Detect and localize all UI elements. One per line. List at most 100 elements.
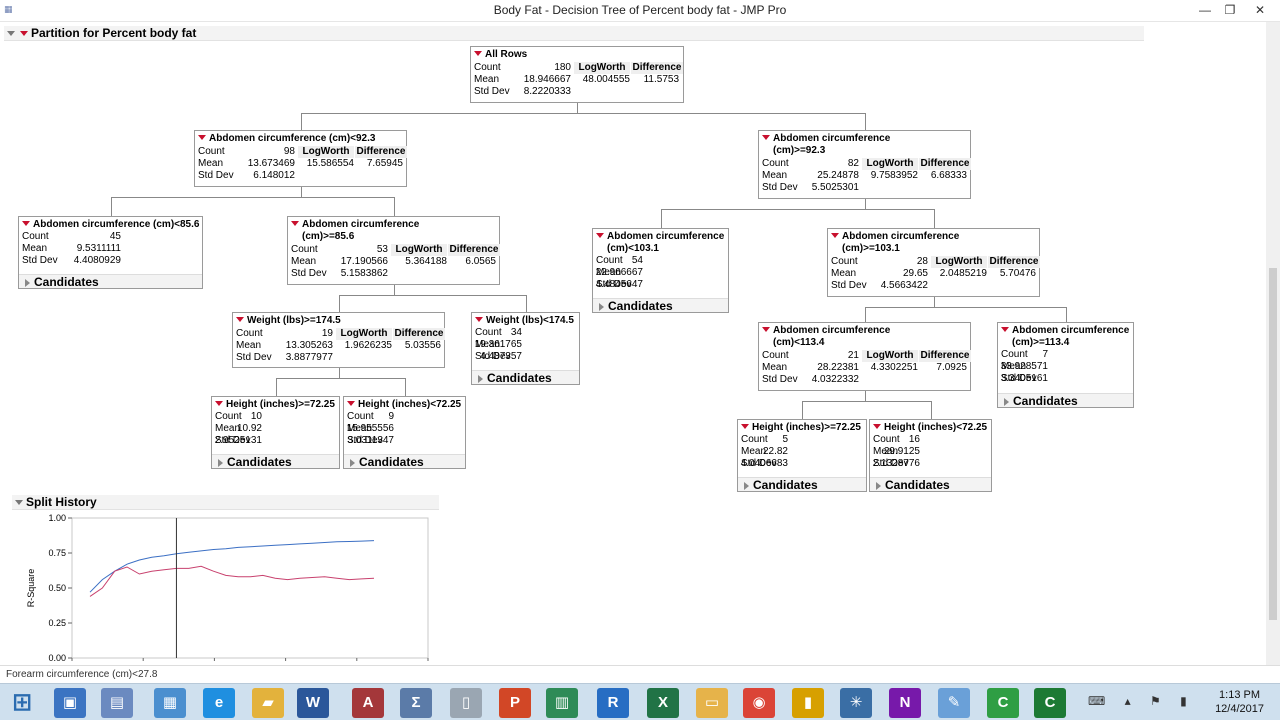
tree-node-n12[interactable]: Height (inches)<72.25 Count 9 Mean 15.955556… bbox=[343, 396, 466, 469]
expand-triangle-icon[interactable] bbox=[599, 302, 604, 311]
tree-node-n5[interactable]: Abdomen circumference (cm)<103.1 Count 54 Me… bbox=[592, 228, 729, 313]
word-icon[interactable]: W bbox=[297, 688, 329, 718]
tree-connector bbox=[300, 113, 302, 130]
difference-header: Difference bbox=[448, 244, 500, 256]
collapse-triangle-icon[interactable] bbox=[15, 499, 23, 505]
maximize-button[interactable]: ❐ bbox=[1215, 0, 1245, 20]
candidates-outline[interactable]: Candidates bbox=[19, 274, 202, 289]
candidates-outline[interactable]: Candidates bbox=[738, 477, 866, 492]
stat-value: 19.361765 bbox=[474, 339, 522, 350]
red-triangle-menu-icon[interactable] bbox=[741, 424, 749, 430]
onenote-icon[interactable]: N bbox=[889, 688, 921, 718]
split-history-header[interactable]: Split History bbox=[12, 495, 439, 510]
tree-node-n6[interactable]: Abdomen circumference (cm)>=103.1 Count 28 M… bbox=[827, 228, 1040, 297]
sigma-icon[interactable]: Σ bbox=[400, 688, 432, 718]
candidates-outline[interactable]: Candidates bbox=[593, 298, 728, 313]
excel-icon[interactable]: X bbox=[647, 688, 679, 718]
logworth-header: LogWorth bbox=[862, 350, 918, 362]
internet-explorer-icon[interactable]: e bbox=[203, 688, 235, 718]
chart-app-icon[interactable]: ▮ bbox=[792, 688, 824, 718]
red-triangle-menu-icon[interactable] bbox=[762, 135, 770, 141]
node-title: Weight (lbs)<174.5 bbox=[472, 313, 579, 327]
r-icon[interactable]: R bbox=[597, 688, 629, 718]
system-tray[interactable]: ⌨ ▴ ⚑ ▮ bbox=[1088, 694, 1196, 712]
tree-node-root[interactable]: All Rows Count 180 Mean 18.946667 Std Dev 8.22… bbox=[470, 46, 684, 103]
collapse-triangle-icon[interactable] bbox=[7, 30, 15, 36]
candidates-outline[interactable]: Candidates bbox=[472, 370, 579, 385]
project-icon[interactable]: ▥ bbox=[546, 688, 578, 718]
red-triangle-menu-icon[interactable] bbox=[347, 401, 355, 407]
tree-node-n8[interactable]: Weight (lbs)<174.5 Count 34 Mean 19.361765 St… bbox=[471, 312, 580, 385]
file-explorer-icon[interactable]: ▤ bbox=[101, 688, 133, 718]
expand-triangle-icon[interactable] bbox=[744, 481, 749, 490]
chrome-icon[interactable]: ◉ bbox=[743, 688, 775, 718]
stat-row-count: Count 180 bbox=[474, 62, 571, 74]
node-split-label: Abdomen circumference bbox=[773, 325, 891, 336]
powerpoint-icon[interactable]: P bbox=[499, 688, 531, 718]
paint-icon[interactable]: ✎ bbox=[938, 688, 970, 718]
stat-label: Count bbox=[873, 434, 900, 445]
candidates-label: Candidates bbox=[227, 455, 292, 469]
red-triangle-menu-icon[interactable] bbox=[291, 221, 299, 227]
stat-label: Std Dev bbox=[22, 255, 58, 266]
tree-node-n11[interactable]: Height (inches)>=72.25 Count 10 Mean 10.92 St… bbox=[211, 396, 340, 469]
red-triangle-menu-icon[interactable] bbox=[474, 51, 482, 57]
access-icon[interactable]: A bbox=[352, 688, 384, 718]
tree-node-n13[interactable]: Height (inches)>=72.25 Count 5 Mean 22.82 Std… bbox=[737, 419, 867, 492]
red-triangle-menu-icon[interactable] bbox=[1001, 327, 1009, 333]
tree-node-n4[interactable]: Abdomen circumference (cm)>=85.6 Count 53 Me… bbox=[287, 216, 500, 285]
red-triangle-menu-icon[interactable] bbox=[20, 30, 28, 36]
network-app-icon[interactable]: ✳ bbox=[840, 688, 872, 718]
folder-icon[interactable]: ▰ bbox=[252, 688, 284, 718]
camtasia-recorder-icon[interactable]: C bbox=[1034, 688, 1066, 718]
calculator-icon[interactable]: ▦ bbox=[154, 688, 186, 718]
red-triangle-menu-icon[interactable] bbox=[198, 135, 206, 141]
tree-node-n9[interactable]: Abdomen circumference (cm)<113.4 Count 21 Me… bbox=[758, 322, 971, 391]
tree-node-n1[interactable]: Abdomen circumference (cm)<92.3 Count 98 Me… bbox=[194, 130, 407, 187]
stat-row-mean: Mean 29.9125 bbox=[873, 446, 920, 458]
difference-header: Difference bbox=[631, 62, 683, 74]
close-button[interactable]: ✕ bbox=[1245, 0, 1275, 20]
difference-value: 5.70476 bbox=[999, 268, 1036, 279]
start-icon[interactable]: ⊞ bbox=[6, 688, 38, 718]
candidates-outline[interactable]: Candidates bbox=[344, 454, 465, 469]
tree-node-n3[interactable]: Abdomen circumference (cm)<85.6 Count 45 Me… bbox=[18, 216, 203, 289]
expand-triangle-icon[interactable] bbox=[876, 481, 881, 490]
tree-node-n7[interactable]: Weight (lbs)>=174.5 Count 19 Mean 13.305263 S… bbox=[232, 312, 445, 368]
expand-triangle-icon[interactable] bbox=[350, 458, 355, 467]
explorer-folder-icon[interactable]: ▭ bbox=[696, 688, 728, 718]
expand-triangle-icon[interactable] bbox=[218, 458, 223, 467]
red-triangle-menu-icon[interactable] bbox=[596, 233, 604, 239]
red-triangle-menu-icon[interactable] bbox=[22, 221, 30, 227]
red-triangle-menu-icon[interactable] bbox=[475, 317, 483, 323]
taskbar-clock[interactable]: 1:13 PM 12/4/2017 bbox=[1215, 688, 1264, 716]
expand-triangle-icon[interactable] bbox=[1004, 397, 1009, 406]
partition-outline-header[interactable]: Partition for Percent body fat bbox=[4, 26, 1144, 41]
red-triangle-menu-icon[interactable] bbox=[831, 233, 839, 239]
scroll-thumb[interactable] bbox=[1269, 268, 1277, 620]
computer-icon[interactable]: ▣ bbox=[54, 688, 86, 718]
tree-node-n10[interactable]: Abdomen circumference (cm)>=113.4 Count 7 Me… bbox=[997, 322, 1134, 408]
tree-connector bbox=[660, 209, 662, 228]
partition-title: Partition for Percent body fat bbox=[31, 26, 197, 40]
tree-node-n14[interactable]: Height (inches)<72.25 Count 16 Mean 29.9125 S… bbox=[869, 419, 992, 492]
stat-row-count: Count 98 bbox=[198, 146, 295, 158]
red-triangle-menu-icon[interactable] bbox=[215, 401, 223, 407]
vertical-scrollbar[interactable] bbox=[1266, 22, 1280, 665]
expand-triangle-icon[interactable] bbox=[25, 278, 30, 287]
stat-row-std: Std Dev 3.0311347 bbox=[347, 435, 394, 447]
difference-header: Difference bbox=[988, 256, 1040, 268]
camtasia-icon[interactable]: C bbox=[987, 688, 1019, 718]
candidates-outline[interactable]: Candidates bbox=[998, 393, 1133, 408]
stat-label: Count bbox=[198, 146, 225, 157]
red-triangle-menu-icon[interactable] bbox=[236, 317, 244, 323]
candidates-outline[interactable]: Candidates bbox=[870, 477, 991, 492]
red-triangle-menu-icon[interactable] bbox=[873, 424, 881, 430]
stat-value: 3.3405161 bbox=[1000, 373, 1048, 384]
node-split-label: All Rows bbox=[485, 49, 528, 60]
candidates-outline[interactable]: Candidates bbox=[212, 454, 339, 469]
blank-document-icon[interactable]: ▯ bbox=[450, 688, 482, 718]
red-triangle-menu-icon[interactable] bbox=[762, 327, 770, 333]
expand-triangle-icon[interactable] bbox=[478, 374, 483, 383]
tree-node-n2[interactable]: Abdomen circumference (cm)>=92.3 Count 82 Me… bbox=[758, 130, 971, 199]
